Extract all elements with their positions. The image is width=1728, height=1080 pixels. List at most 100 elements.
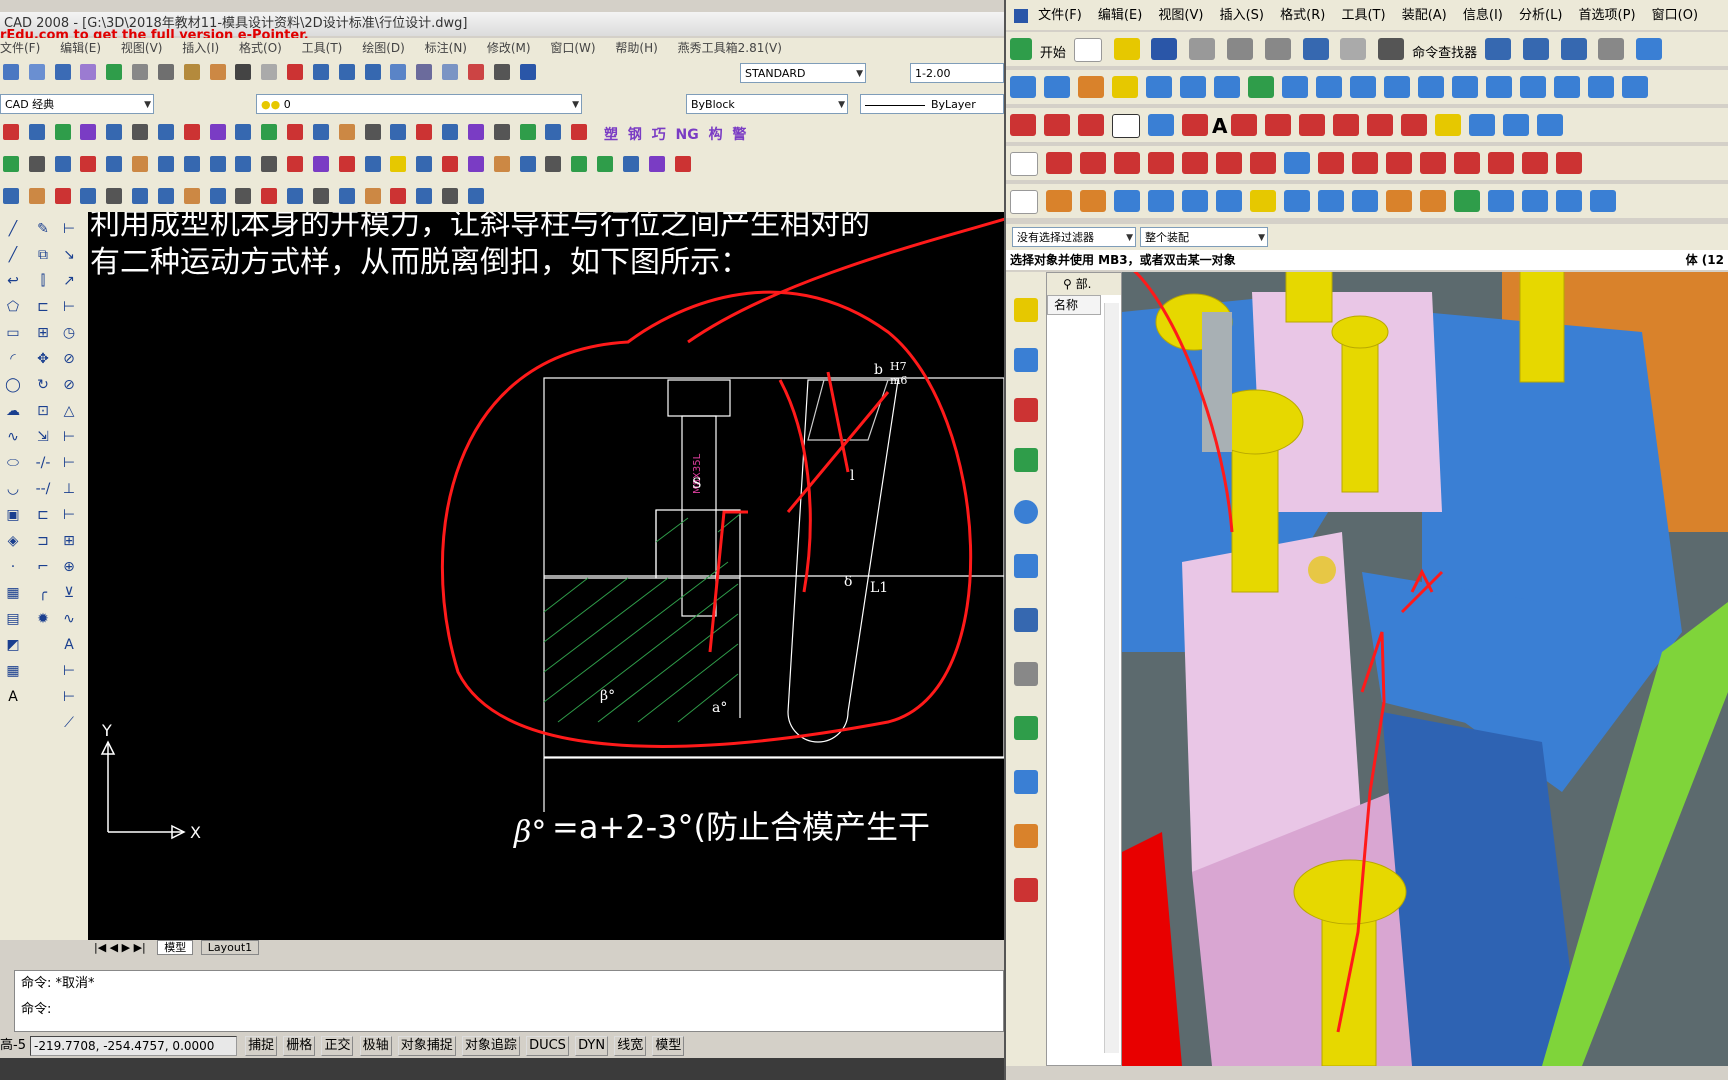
copy-icon[interactable]	[157, 64, 174, 80]
copy-object-icon[interactable]: ⧉	[34, 246, 52, 264]
dim-icon[interactable]: ⊢	[60, 428, 78, 446]
tool-icon[interactable]	[519, 156, 536, 172]
tool-icon[interactable]	[1484, 38, 1511, 60]
tool-icon[interactable]	[338, 188, 355, 204]
tool-icon[interactable]	[235, 124, 252, 140]
tool-icon[interactable]	[235, 188, 252, 204]
hatch-icon[interactable]: ▦	[4, 584, 22, 602]
tool-palette-icon[interactable]	[442, 64, 459, 80]
cut-icon[interactable]	[1189, 38, 1216, 60]
pan-icon[interactable]	[287, 64, 304, 80]
dim-icon[interactable]: ⊞	[60, 532, 78, 550]
tab-nav-arrows[interactable]: |◀ ◀ ▶ ▶|	[94, 941, 146, 954]
tool-icon[interactable]	[416, 188, 433, 204]
tool-icon[interactable]	[571, 124, 588, 140]
tab-layout1[interactable]: Layout1	[200, 940, 260, 955]
print-icon[interactable]	[28, 64, 45, 80]
tool-icon[interactable]	[28, 156, 45, 172]
paste-icon[interactable]	[183, 64, 200, 80]
tool-icon[interactable]	[1636, 38, 1663, 60]
ortho-toggle[interactable]: 正交	[321, 1036, 354, 1056]
graphics-viewport[interactable]	[1122, 272, 1728, 1066]
rotate-icon[interactable]: ↻	[34, 376, 52, 394]
steel-tool-button[interactable]: 钢	[628, 124, 642, 144]
start-icon[interactable]	[1010, 38, 1032, 60]
construction-line-icon[interactable]: ╱	[4, 246, 22, 264]
tool-icon[interactable]	[157, 156, 174, 172]
ellipse-arc-icon[interactable]: ◡	[4, 480, 22, 498]
command-finder-button[interactable]: 命令查找器	[1412, 42, 1477, 61]
tool-icon[interactable]	[106, 124, 123, 140]
dim-icon[interactable]: ⟋	[60, 714, 78, 732]
circle-icon[interactable]: ◯	[4, 376, 22, 394]
tool-icon[interactable]	[157, 124, 174, 140]
tool-icon[interactable]	[157, 188, 174, 204]
ug-menu-assembly[interactable]: 装配(A)	[1402, 8, 1447, 23]
erase-icon[interactable]: ✎	[34, 220, 52, 238]
region-icon[interactable]: ◩	[4, 636, 22, 654]
dim-icon[interactable]: ∿	[60, 610, 78, 628]
plot-icon[interactable]	[106, 64, 123, 80]
dim-icon[interactable]: ⊢	[60, 298, 78, 316]
tool-icon[interactable]	[183, 124, 200, 140]
tool-icon[interactable]	[54, 156, 71, 172]
design-center-icon[interactable]	[416, 64, 433, 80]
tool-icon[interactable]	[183, 188, 200, 204]
paste-icon[interactable]	[1264, 38, 1291, 60]
tool-icon[interactable]	[416, 156, 433, 172]
tool-icon[interactable]	[364, 124, 381, 140]
preview-icon[interactable]	[54, 64, 71, 80]
tool-icon[interactable]	[209, 124, 226, 140]
ug-menu-preferences[interactable]: 首选项(P)	[1579, 8, 1636, 23]
tool-icon[interactable]	[106, 156, 123, 172]
tool-icon[interactable]	[54, 124, 71, 140]
new-file-icon[interactable]	[1073, 38, 1102, 62]
move-icon[interactable]: ✥	[34, 350, 52, 368]
tool-icon[interactable]	[28, 124, 45, 140]
dim-icon[interactable]: ◷	[60, 324, 78, 342]
scale-icon[interactable]: ⊡	[34, 402, 52, 420]
polyline-icon[interactable]: ↩	[4, 272, 22, 290]
tool-icon[interactable]	[235, 156, 252, 172]
mold-tool-button[interactable]: 塑	[604, 124, 618, 144]
menu-yanxiu[interactable]: 燕秀工具箱2.81(V)	[678, 41, 782, 55]
trim-icon[interactable]: -/-	[34, 454, 52, 472]
command-line[interactable]: 命令: *取消* 命令:	[14, 970, 1004, 1032]
menu-edit[interactable]: 编辑(E)	[60, 41, 101, 55]
tool-icon[interactable]	[390, 124, 407, 140]
stretch-icon[interactable]: ⇲	[34, 428, 52, 446]
gradient-icon[interactable]: ▤	[4, 610, 22, 628]
dim-icon[interactable]: ⊘	[60, 350, 78, 368]
tool-icon[interactable]	[312, 124, 329, 140]
color-combo[interactable]: ByBlock ▼	[686, 94, 848, 114]
menu-draw[interactable]: 绘图(D)	[362, 41, 405, 55]
menu-dimension[interactable]: 标注(N)	[425, 41, 467, 55]
model-toggle[interactable]: 模型	[652, 1036, 685, 1056]
tool-icon[interactable]	[312, 188, 329, 204]
spline-icon[interactable]: ∿	[4, 428, 22, 446]
chamfer-icon[interactable]: ⌐	[34, 558, 52, 576]
clock-icon[interactable]	[1014, 608, 1038, 632]
line-icon[interactable]: ╱	[4, 220, 22, 238]
tool-icon[interactable]	[416, 124, 433, 140]
ug-menu-insert[interactable]: 插入(S)	[1220, 8, 1264, 23]
tool-icon[interactable]	[312, 156, 329, 172]
open-icon[interactable]	[1113, 38, 1140, 60]
dim-icon[interactable]: △	[60, 402, 78, 420]
menu-insert[interactable]: 插入(I)	[182, 41, 219, 55]
mtext-icon[interactable]: A	[4, 688, 22, 706]
ug-menu-file[interactable]: 文件(F)	[1038, 8, 1082, 23]
dim-icon[interactable]: ⊢	[60, 662, 78, 680]
mirror-icon[interactable]: ⫿	[34, 272, 52, 290]
menu-file[interactable]: 文件(F)	[0, 41, 40, 55]
arc-icon[interactable]: ◜	[4, 350, 22, 368]
zoom-prev-icon[interactable]	[364, 64, 381, 80]
properties-icon[interactable]	[390, 64, 407, 80]
tool-icon[interactable]	[545, 156, 562, 172]
tool-icon[interactable]	[106, 188, 123, 204]
ug-menu-analysis[interactable]: 分析(L)	[1519, 8, 1562, 23]
save-icon[interactable]	[3, 64, 19, 80]
dim-icon[interactable]: A	[60, 636, 78, 654]
ducs-toggle[interactable]: DUCS	[526, 1036, 569, 1056]
snap-toggle[interactable]: 捕捉	[245, 1036, 278, 1056]
